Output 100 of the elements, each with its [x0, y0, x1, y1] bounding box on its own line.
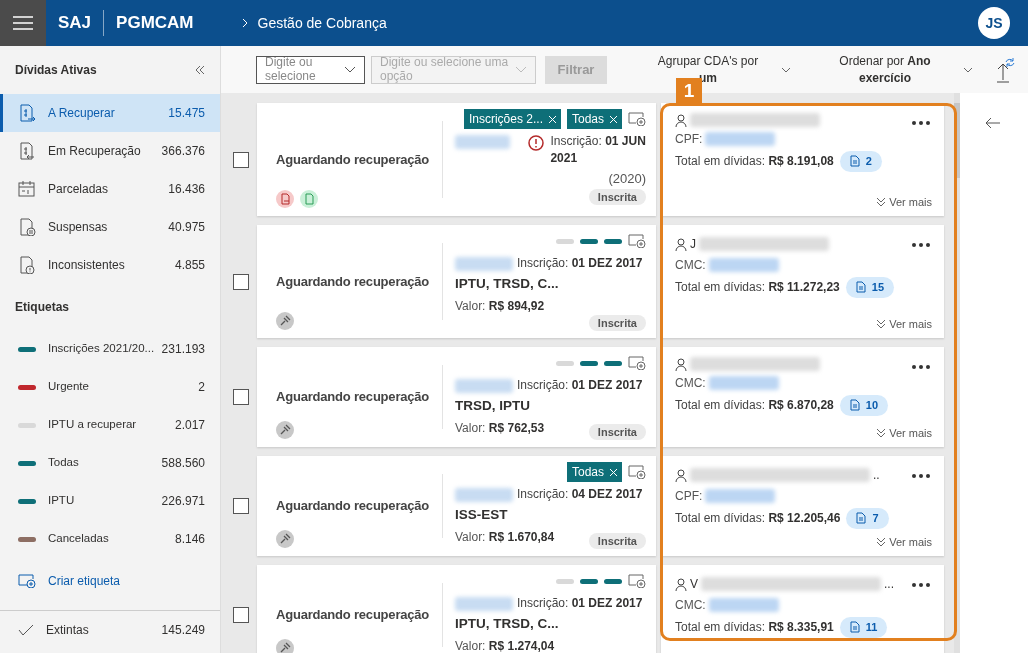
menu-icon	[13, 16, 33, 30]
dropdown-field[interactable]: Digite ou selecione	[256, 55, 365, 84]
sidebar-item[interactable]: Inconsistentes 4.855	[0, 246, 220, 284]
inscription-date: Inscrição: 01 JUN 2021	[550, 133, 646, 167]
label-item[interactable]: Todas 588.560	[0, 444, 220, 482]
cda-count-badge[interactable]: 7	[846, 508, 889, 529]
document-label: CMC:	[675, 375, 706, 393]
status-text: Aguardando recuperação	[276, 606, 431, 625]
scrollbar[interactable]	[954, 93, 960, 653]
see-more-link[interactable]: Ver mais	[876, 424, 932, 442]
inscription-date: Inscrição: 01 DEZ 2017	[517, 377, 643, 394]
status-text: Aguardando recuperação	[276, 497, 431, 516]
see-more-link[interactable]: Ver mais	[876, 533, 932, 551]
value-text: Valor: R$ 1.274,04	[455, 638, 555, 653]
document-label: CMC:	[675, 257, 706, 275]
total-debt-text: Total em dívidas: R$ 11.272,23	[675, 279, 840, 297]
sidebar-item[interactable]: A Recuperar 15.475	[0, 94, 220, 132]
sidebar-item[interactable]: Suspensas 40.975	[0, 208, 220, 246]
gavel-icon	[276, 312, 294, 331]
gavel-icon	[276, 639, 294, 653]
cda-count-badge[interactable]: 15	[845, 277, 895, 298]
label-item[interactable]: IPTU 226.971	[0, 482, 220, 520]
sidebar-item[interactable]: Em Recuperação 366.376	[0, 132, 220, 170]
description-text: ISS-EST	[455, 506, 508, 524]
row-checkbox[interactable]	[233, 273, 249, 290]
status-pill: Inscrita	[588, 533, 646, 550]
person-icon	[675, 468, 687, 482]
status-pill: Inscrita	[588, 189, 646, 206]
sort-dropdown[interactable]: Ordenar por Ano exercício	[821, 53, 973, 86]
ellipsis-text: ...	[884, 576, 895, 594]
blurred-text	[455, 379, 513, 394]
cda-count-badge[interactable]: 2	[839, 151, 882, 172]
total-debt-text: Total em dívidas: R$ 8.191,08	[675, 153, 834, 171]
blurred-text	[705, 489, 776, 504]
chevron-down-icon	[781, 66, 791, 73]
label-item[interactable]: IPTU a recuperar 2.017	[0, 406, 220, 444]
see-more-link[interactable]: Ver mais	[876, 193, 932, 211]
cda-count-badge[interactable]: 10	[839, 395, 888, 416]
check-icon	[18, 624, 34, 636]
row-checkbox[interactable]	[233, 498, 249, 515]
more-icon[interactable]	[912, 583, 930, 588]
total-debt-text: Total em dívidas: R$ 8.335,91	[675, 619, 834, 637]
calendar-icon	[18, 180, 36, 198]
add-tag-icon[interactable]	[628, 234, 646, 249]
collapse-icon[interactable]	[195, 65, 205, 75]
more-icon[interactable]	[912, 243, 930, 248]
label-item[interactable]: Urgente 2	[0, 368, 220, 406]
cda-count-badge[interactable]: 11	[839, 617, 888, 638]
document-label: CPF:	[675, 131, 703, 149]
tag-chip[interactable]: Todas	[566, 462, 622, 483]
close-icon	[610, 468, 617, 476]
menu-button[interactable]	[0, 0, 46, 46]
back-arrow-icon[interactable]	[985, 117, 1001, 130]
blurred-text	[708, 376, 779, 391]
more-icon[interactable]	[912, 121, 930, 126]
sidebar-title: Dívidas Ativas	[15, 62, 97, 79]
document-icon	[300, 190, 318, 209]
description-text: IPTU, TRSD, C...	[455, 275, 559, 293]
more-icon[interactable]	[912, 474, 930, 479]
label-item[interactable]: Inscrições 2021/20... 231.193	[0, 330, 220, 368]
row-checkbox[interactable]	[233, 151, 249, 168]
add-tag-icon[interactable]	[628, 112, 646, 127]
row-checkbox[interactable]	[233, 389, 249, 406]
chevron-right-icon	[241, 18, 248, 28]
blurred-text	[455, 257, 513, 272]
total-debt-text: Total em dívidas: R$ 6.870,28	[675, 397, 834, 415]
add-tag-icon[interactable]	[628, 465, 646, 480]
tag-chip[interactable]: Todas	[566, 109, 622, 130]
document-alert-icon	[18, 256, 36, 274]
label-item[interactable]: Canceladas 8.146	[0, 520, 220, 558]
module-title: PGMCAM	[116, 12, 194, 35]
gavel-icon	[276, 530, 294, 549]
inscription-date: Inscrição: 01 DEZ 2017	[517, 255, 643, 272]
document-icon	[849, 399, 860, 412]
document-icon	[276, 190, 294, 209]
more-icon[interactable]	[912, 365, 930, 370]
document-icon	[849, 155, 860, 168]
document-arrow-icon	[18, 142, 36, 160]
document-icon	[849, 621, 860, 634]
status-pill: Inscrita	[588, 424, 646, 441]
see-more-link[interactable]: Ver mais	[876, 315, 932, 333]
add-tag-icon[interactable]	[628, 356, 646, 371]
description-text: IPTU, TRSD, C...	[455, 615, 559, 633]
row-checkbox[interactable]	[233, 607, 249, 624]
user-avatar[interactable]: JS	[978, 7, 1010, 39]
chevron-down-icon	[515, 66, 527, 74]
add-tag-icon[interactable]	[628, 574, 646, 589]
blurred-text	[455, 135, 511, 150]
inscription-date: Inscrição: 01 DEZ 2017	[517, 595, 643, 612]
sidebar-item[interactable]: Extintas 145.249	[0, 611, 220, 649]
document-icon	[855, 281, 866, 294]
close-icon	[548, 115, 556, 123]
tag-chip[interactable]: Inscrições 2...	[463, 109, 561, 130]
double-chevron-icon	[876, 536, 887, 547]
sidebar-item[interactable]: Parceladas 16.436	[0, 170, 220, 208]
double-chevron-icon	[876, 427, 887, 438]
document-label: CMC:	[675, 597, 706, 615]
double-chevron-icon	[876, 318, 887, 329]
create-label-link[interactable]: Criar etiqueta	[0, 562, 220, 600]
blurred-text	[455, 597, 513, 612]
